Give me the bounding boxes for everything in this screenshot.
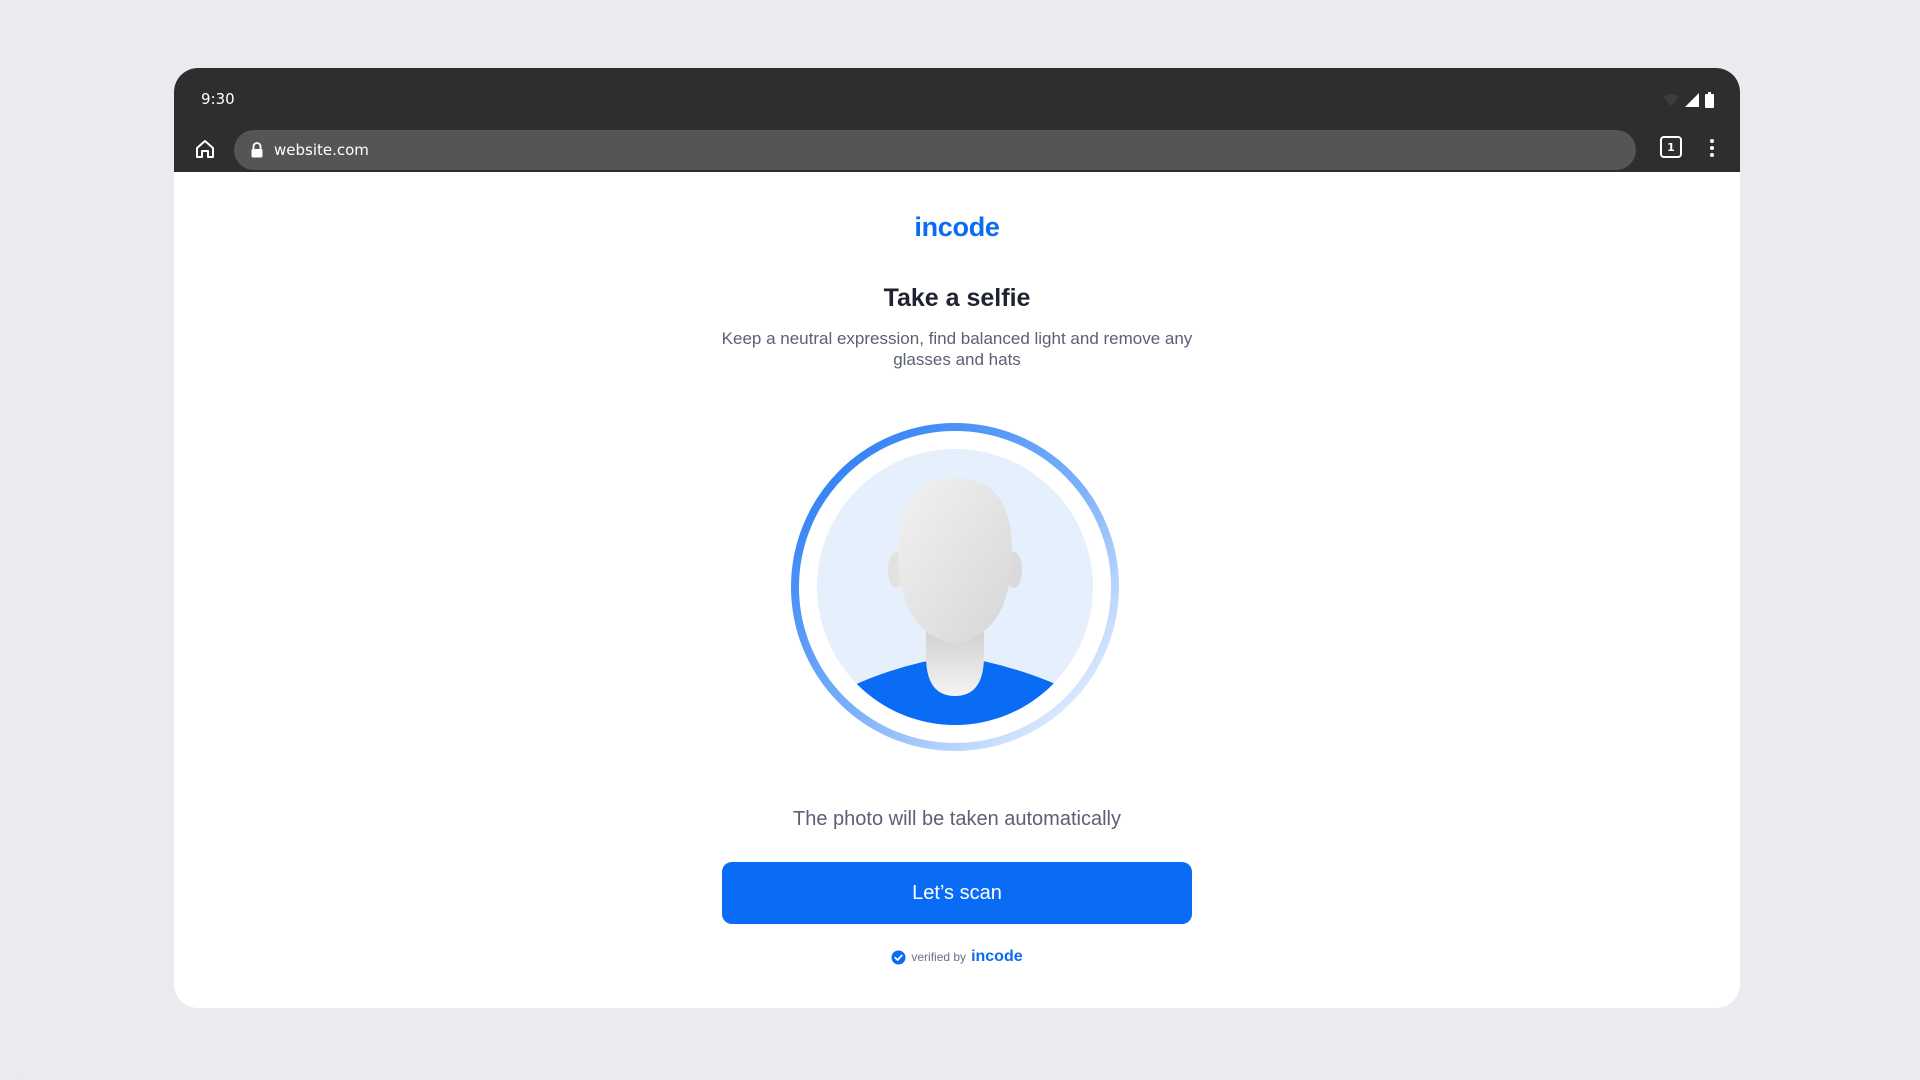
browser-toolbar: website.com 1 xyxy=(174,122,1740,172)
wifi-icon xyxy=(1663,94,1679,106)
verified-by-incode: verified by incode xyxy=(174,948,1740,966)
tabs-button[interactable]: 1 xyxy=(1660,136,1682,158)
address-bar[interactable]: website.com xyxy=(234,130,1636,170)
face xyxy=(898,478,1012,644)
home-icon xyxy=(196,140,214,158)
browser-window: 9:30 website.com 1 incode Take a selfie … xyxy=(174,68,1740,1008)
url-text: website.com xyxy=(274,141,369,159)
more-vert-icon-dot xyxy=(1710,146,1714,150)
battery-icon xyxy=(1705,92,1714,108)
selfie-illustration xyxy=(791,423,1119,751)
auto-capture-note: The photo will be taken automatically xyxy=(793,808,1121,830)
status-time: 9:30 xyxy=(201,90,235,108)
more-menu-button[interactable] xyxy=(1706,136,1718,160)
more-vert-icon-dot xyxy=(1710,139,1714,143)
status-bar: 9:30 xyxy=(174,68,1740,122)
signal-icon xyxy=(1685,93,1699,107)
home-button[interactable] xyxy=(188,132,222,166)
lock-icon xyxy=(251,142,263,158)
tab-count: 1 xyxy=(1667,140,1675,154)
outer-frame: 9:30 website.com 1 incode Take a selfie … xyxy=(0,0,1920,1080)
verified-check-icon xyxy=(891,950,906,964)
page-subtitle: Keep a neutral expression, find balanced… xyxy=(721,329,1193,369)
incode-logo: incode xyxy=(914,212,1000,242)
verified-label: verified by xyxy=(911,950,967,964)
verified-incode-logo: incode xyxy=(971,948,1023,965)
more-vert-icon-dot xyxy=(1710,153,1714,157)
status-icons xyxy=(1663,92,1714,108)
lets-scan-button[interactable]: Let’s scan xyxy=(722,862,1192,924)
page-title: Take a selfie xyxy=(883,284,1031,312)
page-content: incode Take a selfie Keep a neutral expr… xyxy=(174,172,1740,1008)
browser-chrome: 9:30 website.com 1 xyxy=(174,68,1740,172)
